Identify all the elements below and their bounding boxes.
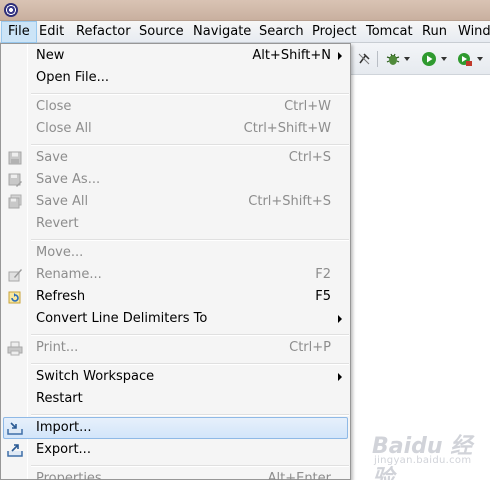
eclipse-logo-icon	[4, 3, 18, 17]
menu-item-import[interactable]: Import...	[3, 417, 348, 439]
menu-separator	[31, 363, 349, 365]
menu-item-save-as[interactable]: Save As...	[3, 169, 348, 191]
menu-item-label: Close All	[36, 121, 92, 136]
external-tools-dropdown-arrow[interactable]	[477, 57, 483, 61]
menu-separator	[31, 334, 349, 336]
menu-file[interactable]: File	[1, 21, 37, 43]
submenu-arrow-icon	[338, 315, 342, 323]
menu-item-properties[interactable]: Properties Alt+Enter	[3, 468, 348, 480]
menu-item-shortcut: Alt+Enter	[267, 471, 331, 480]
watermark-url: jingyan.baidu.com	[374, 455, 472, 466]
menu-bar: File Edit Refactor Source Navigate Searc…	[0, 21, 490, 43]
save-as-icon	[7, 172, 23, 188]
menu-item-switch-workspace[interactable]: Switch Workspace	[3, 366, 348, 388]
submenu-arrow-icon	[338, 52, 342, 60]
menu-item-open-file[interactable]: Open File...	[3, 67, 348, 89]
menu-item-rename[interactable]: Rename... F2	[3, 264, 348, 286]
toolbar-separator	[377, 51, 378, 67]
menu-search[interactable]: Search	[253, 21, 310, 43]
baidu-watermark: Baidu 经验 jingyan.baidu.com	[368, 426, 486, 480]
rename-icon	[7, 267, 23, 283]
menu-item-label: Save As...	[36, 172, 101, 187]
menu-item-shortcut: Ctrl+P	[289, 340, 331, 355]
menu-separator	[31, 465, 349, 467]
menu-tomcat[interactable]: Tomcat	[360, 21, 419, 43]
menu-item-close[interactable]: Close Ctrl+W	[3, 96, 348, 118]
menu-run[interactable]: Run	[416, 21, 453, 43]
menu-item-shortcut: F5	[315, 289, 331, 304]
menu-navigate[interactable]: Navigate	[187, 21, 257, 43]
print-icon	[7, 340, 23, 356]
menu-item-label: Export...	[36, 442, 91, 457]
menu-item-label: Restart	[36, 391, 83, 406]
window-title-bar	[0, 0, 490, 21]
debug-bug-icon[interactable]	[385, 51, 401, 67]
menu-item-label: Properties	[36, 471, 102, 480]
menu-item-save-all[interactable]: Save All Ctrl+Shift+S	[3, 191, 348, 213]
menu-separator	[31, 93, 349, 95]
menu-project[interactable]: Project	[306, 21, 362, 43]
menu-refactor[interactable]: Refactor	[70, 21, 137, 43]
menu-item-label: Save	[36, 150, 68, 165]
menu-item-label: Revert	[36, 216, 79, 231]
menu-item-label: Import...	[36, 420, 92, 435]
menu-source[interactable]: Source	[133, 21, 190, 43]
menu-item-save[interactable]: Save Ctrl+S	[3, 147, 348, 169]
menu-item-print[interactable]: Print... Ctrl+P	[3, 337, 348, 359]
menu-item-shortcut: Ctrl+Shift+W	[243, 121, 331, 136]
menu-item-shortcut: Ctrl+W	[284, 99, 331, 114]
menu-item-new[interactable]: New Alt+Shift+N	[3, 45, 348, 67]
menu-item-revert[interactable]: Revert	[3, 213, 348, 235]
menu-item-label: Move...	[36, 245, 84, 260]
menu-item-convert-line-delimiters[interactable]: Convert Line Delimiters To	[3, 308, 348, 330]
menu-item-label: New	[36, 48, 65, 63]
debug-dropdown-arrow[interactable]	[404, 57, 410, 61]
menu-item-label: Save All	[36, 194, 89, 209]
submenu-arrow-icon	[338, 373, 342, 381]
menu-item-label: Convert Line Delimiters To	[36, 311, 208, 326]
menu-item-label: Switch Workspace	[36, 369, 155, 384]
menu-item-shortcut: Ctrl+S	[288, 150, 331, 165]
export-icon	[7, 442, 23, 458]
menu-item-shortcut: Ctrl+Shift+S	[248, 194, 331, 209]
main-toolbar	[349, 43, 490, 75]
refresh-icon	[7, 289, 23, 305]
file-menu-dropdown: New Alt+Shift+N Open File... Close Ctrl+…	[0, 43, 351, 480]
menu-edit[interactable]: Edit	[33, 21, 70, 43]
import-icon	[7, 420, 23, 436]
pin-icon[interactable]	[356, 51, 372, 67]
watermark-brand: Baidu 经验	[372, 434, 473, 480]
menu-separator	[31, 414, 349, 416]
menu-separator	[31, 239, 349, 241]
run-icon[interactable]	[421, 51, 437, 67]
menu-item-shortcut: Alt+Shift+N	[252, 48, 331, 63]
menu-item-label: Open File...	[36, 70, 110, 85]
run-dropdown-arrow[interactable]	[441, 57, 447, 61]
menu-item-label: Print...	[36, 340, 79, 355]
menu-item-close-all[interactable]: Close All Ctrl+Shift+W	[3, 118, 348, 140]
menu-separator	[31, 144, 349, 146]
menu-item-label: Close	[36, 99, 72, 114]
menu-item-label: Refresh	[36, 289, 86, 304]
menu-item-shortcut: F2	[315, 267, 331, 282]
save-all-icon	[7, 194, 23, 210]
menu-window[interactable]: Wind	[452, 21, 490, 43]
menu-item-move[interactable]: Move...	[3, 242, 348, 264]
menu-item-label: Rename...	[36, 267, 102, 282]
save-icon	[7, 150, 23, 166]
menu-item-export[interactable]: Export...	[3, 439, 348, 461]
external-tools-icon[interactable]	[457, 51, 473, 67]
menu-item-refresh[interactable]: Refresh F5	[3, 286, 348, 308]
menu-item-restart[interactable]: Restart	[3, 388, 348, 410]
